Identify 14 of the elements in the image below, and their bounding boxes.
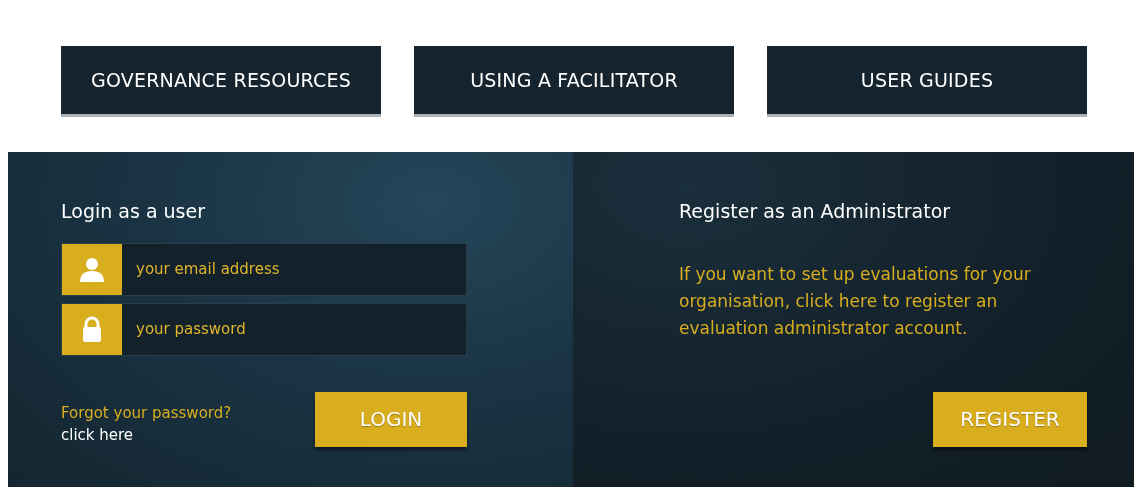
password-field[interactable]: your password <box>61 302 467 356</box>
user-icon <box>79 256 105 283</box>
email-field[interactable]: your email address <box>61 242 467 296</box>
click-here-link[interactable]: click here <box>61 424 232 447</box>
nav-button[interactable]: USER GUIDES <box>767 46 1087 114</box>
password-input[interactable]: your password <box>122 317 466 342</box>
nav-button[interactable]: USING A FACILITATOR <box>414 46 734 114</box>
padlock-icon <box>82 316 102 343</box>
nav-button[interactable]: GOVERNANCE RESOURCES <box>61 46 381 114</box>
forgot-password-text: Forgot your password? <box>61 402 232 424</box>
login-title: Login as a user <box>61 200 206 223</box>
email-input[interactable]: your email address <box>122 257 466 282</box>
register-description: If you want to set up evaluations for your organisation, click here to register an evaluation administrator account. <box>679 262 1032 340</box>
register-title: Register as an Administrator <box>679 200 952 223</box>
